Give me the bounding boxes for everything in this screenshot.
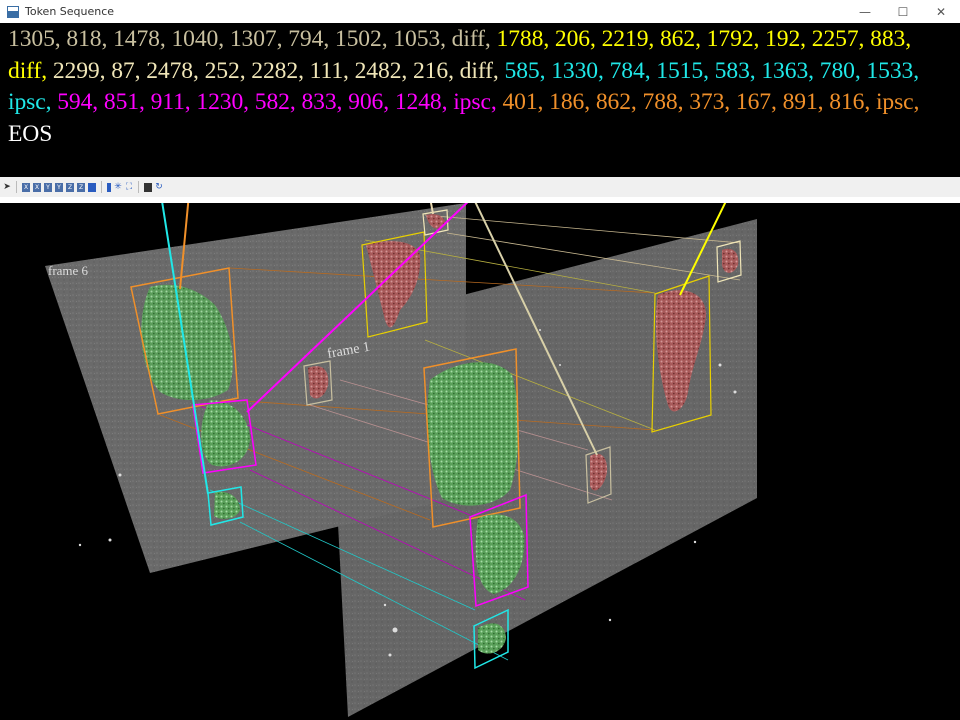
token-eos: EOS (8, 120, 53, 147)
minimize-button[interactable]: — (846, 0, 884, 23)
window-controls: — ☐ ✕ (846, 0, 960, 23)
toolbar-separator (16, 181, 17, 193)
app-icon (7, 5, 19, 18)
view-y-icon[interactable]: Y (44, 182, 52, 192)
frame-6-label: frame 6 (48, 263, 89, 278)
token-group-ipsc-2: 594, 851, 911, 1230, 582, 833, 906, 1248… (51, 89, 497, 115)
token-group-ipsc-3: 401, 186, 862, 788, 373, 167, 891, 816, … (496, 89, 920, 115)
toolbar: ➤ X X Y Y Z Z ✳ ⛶ ↻ (0, 177, 960, 197)
maximize-button[interactable]: ☐ (884, 0, 922, 23)
axes-icon[interactable]: ✳ (114, 182, 122, 192)
cell-mask (478, 623, 506, 654)
view-x-icon[interactable]: X (22, 182, 30, 192)
view-z-icon[interactable]: Z (66, 182, 74, 192)
refresh-icon[interactable]: ↻ (155, 182, 163, 192)
pointer-icon[interactable]: ➤ (3, 182, 11, 192)
bar-icon[interactable] (107, 182, 111, 192)
view-z-neg-icon[interactable]: Z (77, 182, 85, 192)
token-group-diff-1: 1305, 818, 1478, 1040, 1307, 794, 1502, … (8, 26, 491, 52)
token-sequence-text: 1305, 818, 1478, 1040, 1307, 794, 1502, … (8, 24, 953, 150)
fit-icon[interactable]: ⛶ (125, 182, 133, 192)
close-button[interactable]: ✕ (922, 0, 960, 23)
3d-viewport[interactable]: frame 6 frame 1 (0, 203, 960, 720)
cube-icon[interactable] (88, 182, 96, 192)
save-icon[interactable] (144, 182, 152, 192)
view-y-neg-icon[interactable]: Y (55, 182, 63, 192)
toolbar-separator (101, 181, 102, 193)
view-x-neg-icon[interactable]: X (33, 182, 41, 192)
title-bar: Token Sequence — ☐ ✕ (0, 0, 960, 23)
window-title: Token Sequence (25, 5, 115, 18)
cell-mask (427, 362, 519, 506)
toolbar-separator (138, 181, 139, 193)
token-group-diff-3: 2299, 87, 2478, 252, 2282, 111, 2482, 21… (47, 57, 499, 84)
